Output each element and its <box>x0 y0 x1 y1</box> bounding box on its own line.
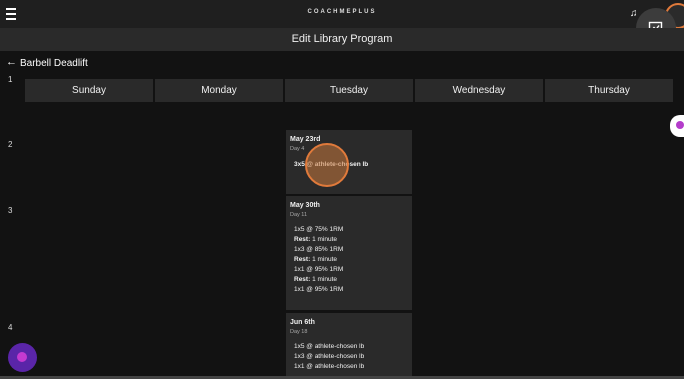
assistant-button[interactable] <box>8 343 37 372</box>
rest-label: Rest: <box>294 276 311 283</box>
week-label: 3 <box>8 206 13 215</box>
card-date: May 30th <box>290 202 320 209</box>
page-title: Edit Library Program <box>0 28 684 51</box>
card-day: Day 4 <box>290 146 305 152</box>
rest-label: Rest: <box>294 236 311 243</box>
brand-logo: COACHMEPLUS <box>307 9 377 15</box>
more-vertical-icon[interactable]: ⋮ <box>679 57 684 71</box>
day-header-thursday: Thursday <box>545 79 673 102</box>
card-day: Day 18 <box>290 329 308 335</box>
rest-label: Rest: <box>294 256 311 263</box>
workout-card[interactable]: May 30th Day 11 1x5 @ 75% 1RM Rest: 1 mi… <box>286 196 412 310</box>
exercise-line: 1x3 @ 85% 1RM <box>294 246 344 253</box>
week-label: 2 <box>8 140 13 149</box>
rest-value: 1 minute <box>310 236 338 243</box>
week-label: 4 <box>8 323 13 332</box>
rest-value: 1 minute <box>310 276 338 283</box>
workout-card[interactable]: Jun 6th Day 18 1x5 @ athlete-chosen lb 1… <box>286 313 412 376</box>
exercise-line: 1x5 @ 75% 1RM <box>294 226 344 233</box>
exercise-line: 1x1 @ athlete-chosen lb <box>294 363 365 370</box>
tap-highlight <box>305 143 349 187</box>
rest-line: Rest: 1 minute <box>294 256 337 263</box>
exercise-line: 1x3 @ athlete-chosen lb <box>294 353 365 360</box>
program-bar: ← Barbell Deadlift ⋮ <box>0 53 684 75</box>
card-date: May 23rd <box>290 136 321 143</box>
exercise-line: 1x1 @ 95% 1RM <box>294 266 344 273</box>
day-header-tuesday: Tuesday <box>285 79 413 102</box>
rest-line: Rest: 1 minute <box>294 276 337 283</box>
arrow-left-icon[interactable]: ← <box>6 56 17 68</box>
day-header-sunday: Sunday <box>25 79 153 102</box>
exercise-line: 1x5 @ athlete-chosen lb <box>294 343 365 350</box>
week-label: 1 <box>8 75 13 84</box>
exercise-line: 1x1 @ 95% 1RM <box>294 286 344 293</box>
rest-line: Rest: 1 minute <box>294 236 337 243</box>
side-widget[interactable] <box>670 115 684 137</box>
day-header-wednesday: Wednesday <box>415 79 543 102</box>
program-name: Barbell Deadlift <box>20 58 88 69</box>
card-day: Day 11 <box>290 212 308 218</box>
bell-icon[interactable]: ♫ <box>630 8 638 19</box>
card-date: Jun 6th <box>290 319 315 326</box>
day-header-monday: Monday <box>155 79 283 102</box>
rest-value: 1 minute <box>310 256 338 263</box>
top-app-bar: COACHMEPLUS ♫ <box>0 0 684 48</box>
